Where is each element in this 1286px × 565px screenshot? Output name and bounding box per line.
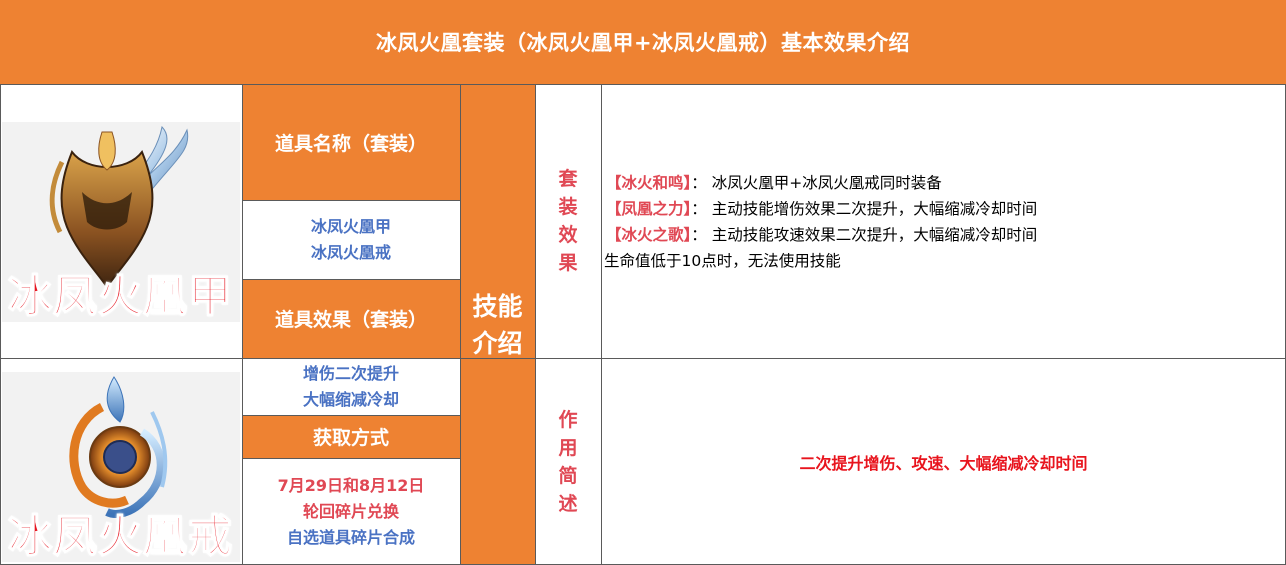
skill-intro-line-1: 技能 [472, 291, 523, 321]
ring-art-name: 冰凤火凰戒 [7, 510, 233, 563]
set-effect-char-4: 果 [558, 252, 578, 274]
skill-intro-line-2: 介绍 [472, 328, 523, 358]
grid-line [242, 200, 460, 201]
set-effect-tag: 【冰火和鸣】 [606, 174, 692, 192]
obtain-method-2: 自选道具碎片合成 [286, 527, 415, 547]
obtain-method-1: 轮回碎片兑换 [302, 501, 399, 521]
item-name-label: 道具名称（套装） [242, 84, 460, 200]
set-effects-list: 【冰火和鸣】： 冰凤火凰甲+冰凤火凰戒同时装备 【凤凰之力】： 主动技能增伤效果… [604, 170, 1037, 274]
summary-label: 作 用 简 述 [535, 358, 601, 565]
obtain-date: 7月29日和8月12日 [277, 475, 425, 495]
set-effect-char-1: 套 [558, 168, 578, 190]
item-names-cell: 冰凤火凰甲 冰凤火凰戒 [242, 200, 460, 279]
ring-art: 冰凤火凰戒 [2, 372, 240, 563]
grid-line [242, 84, 243, 565]
skill-intro-label: 技能 介绍 [460, 84, 535, 565]
set-effect-note: 生命值低于10点时，无法使用技能 [604, 252, 841, 270]
set-effect-row: 【冰火和鸣】： 冰凤火凰甲+冰凤火凰戒同时装备 [606, 170, 1037, 196]
set-effect-text: 主动技能攻速效果二次提升，大幅缩减冷却时间 [711, 226, 1038, 244]
grid-line [0, 84, 1286, 85]
set-effect-label: 套 装 效 果 [535, 84, 601, 358]
item-effect-label: 道具效果（套装） [242, 279, 460, 358]
set-effect-char-3: 效 [558, 224, 578, 246]
item-name-armor: 冰凤火凰甲 [310, 216, 391, 236]
item-name-ring: 冰凤火凰戒 [310, 242, 391, 262]
summary-char-4: 述 [558, 492, 578, 515]
set-effect-tag: 【冰火之歌】 [606, 226, 692, 244]
grid-line [460, 84, 461, 565]
set-effect-row: 【冰火之歌】： 主动技能攻速效果二次提升，大幅缩减冷却时间 [606, 222, 1037, 248]
set-effect-text: 主动技能增伤效果二次提升，大幅缩减冷却时间 [711, 200, 1038, 218]
page-title: 冰凤火凰套装（冰凤火凰甲+冰凤火凰戒）基本效果介绍 [0, 0, 1286, 84]
armor-art: 冰凤火凰甲 [2, 122, 240, 323]
set-effect-row: 【凤凰之力】： 主动技能增伤效果二次提升，大幅缩减冷却时间 [606, 196, 1037, 222]
summary-char-1: 作 [558, 408, 578, 431]
grid-line [242, 458, 460, 459]
ring-image-cell: 冰凤火凰戒 [0, 358, 242, 565]
set-effect-tag: 【凤凰之力】 [606, 200, 692, 218]
grid-line [601, 84, 602, 565]
grid-line [242, 279, 460, 280]
summary-char-2: 用 [558, 436, 578, 459]
set-effect-sep: ： [691, 226, 707, 244]
armor-art-name: 冰凤火凰甲 [7, 270, 233, 323]
set-effect-sep: ： [691, 174, 707, 192]
grid-line [535, 84, 536, 565]
armor-image-cell: 冰凤火凰甲 [0, 84, 242, 358]
item-effects-cell: 增伤二次提升 大幅缩减冷却 [242, 358, 460, 415]
grid-line [0, 84, 1, 565]
grid-line [0, 358, 1286, 359]
set-effect-sep: ： [691, 200, 707, 218]
set-effect-text: 冰凤火凰甲+冰凤火凰戒同时装备 [711, 174, 942, 192]
summary-char-3: 简 [558, 464, 578, 487]
set-effect-char-2: 装 [558, 196, 578, 218]
item-effect-1: 增伤二次提升 [302, 363, 399, 383]
grid-line [242, 415, 460, 416]
obtain-label: 获取方式 [242, 415, 460, 458]
obtain-cell: 7月29日和8月12日 轮回碎片兑换 自选道具碎片合成 [242, 458, 460, 565]
summary-text: 二次提升增伤、攻速、大幅缩减冷却时间 [799, 453, 1088, 473]
item-effect-2: 大幅缩减冷却 [302, 389, 399, 409]
